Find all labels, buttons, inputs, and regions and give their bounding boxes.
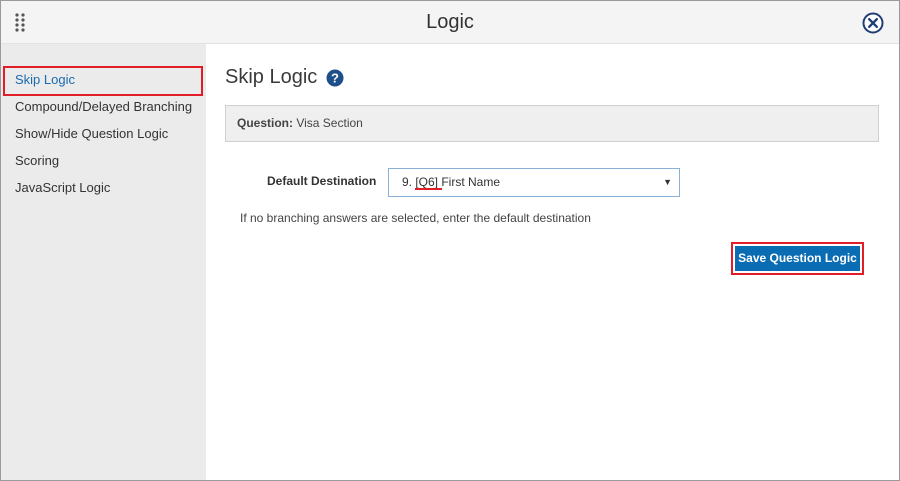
question-info: Question: Visa Section [225, 105, 879, 142]
sidebar-item-javascript-logic[interactable]: JavaScript Logic [3, 175, 203, 205]
save-question-logic-button[interactable]: Save Question Logic [735, 246, 860, 271]
sidebar-item-compound-delayed-branching[interactable]: Compound/Delayed Branching [3, 94, 203, 124]
dialog-title: Logic [426, 11, 474, 33]
logic-dialog: Logic Skip Logic Compound/Delayed Branch… [0, 0, 900, 481]
main-panel: Skip Logic ? Question: Visa Section Defa… [206, 44, 899, 480]
title-bar[interactable]: Logic [1, 1, 899, 44]
close-icon[interactable] [862, 12, 884, 34]
sidebar-item-show-hide-question-logic[interactable]: Show/Hide Question Logic [3, 121, 203, 151]
grip-dots-icon[interactable] [14, 12, 26, 32]
default-destination-label: Default Destination [267, 174, 377, 188]
question-value: Visa Section [296, 116, 363, 130]
sidebar-item-skip-logic[interactable]: Skip Logic [3, 66, 203, 96]
page-title: Skip Logic [225, 66, 318, 88]
svg-text:?: ? [331, 71, 339, 86]
sidebar: Skip Logic Compound/Delayed Branching Sh… [1, 44, 206, 480]
save-button-highlight: Save Question Logic [731, 242, 864, 275]
question-label: Question: [237, 116, 293, 130]
default-destination-select[interactable]: 9. [Q6] First Name ▼ [388, 168, 680, 197]
question-circle-icon[interactable]: ? [326, 69, 344, 87]
default-destination-hint: If no branching answers are selected, en… [240, 211, 591, 225]
red-underline-marker [415, 188, 442, 190]
caret-down-icon: ▼ [663, 177, 672, 187]
default-destination-value: 9. [Q6] First Name [402, 175, 501, 189]
sidebar-item-scoring[interactable]: Scoring [3, 148, 203, 178]
